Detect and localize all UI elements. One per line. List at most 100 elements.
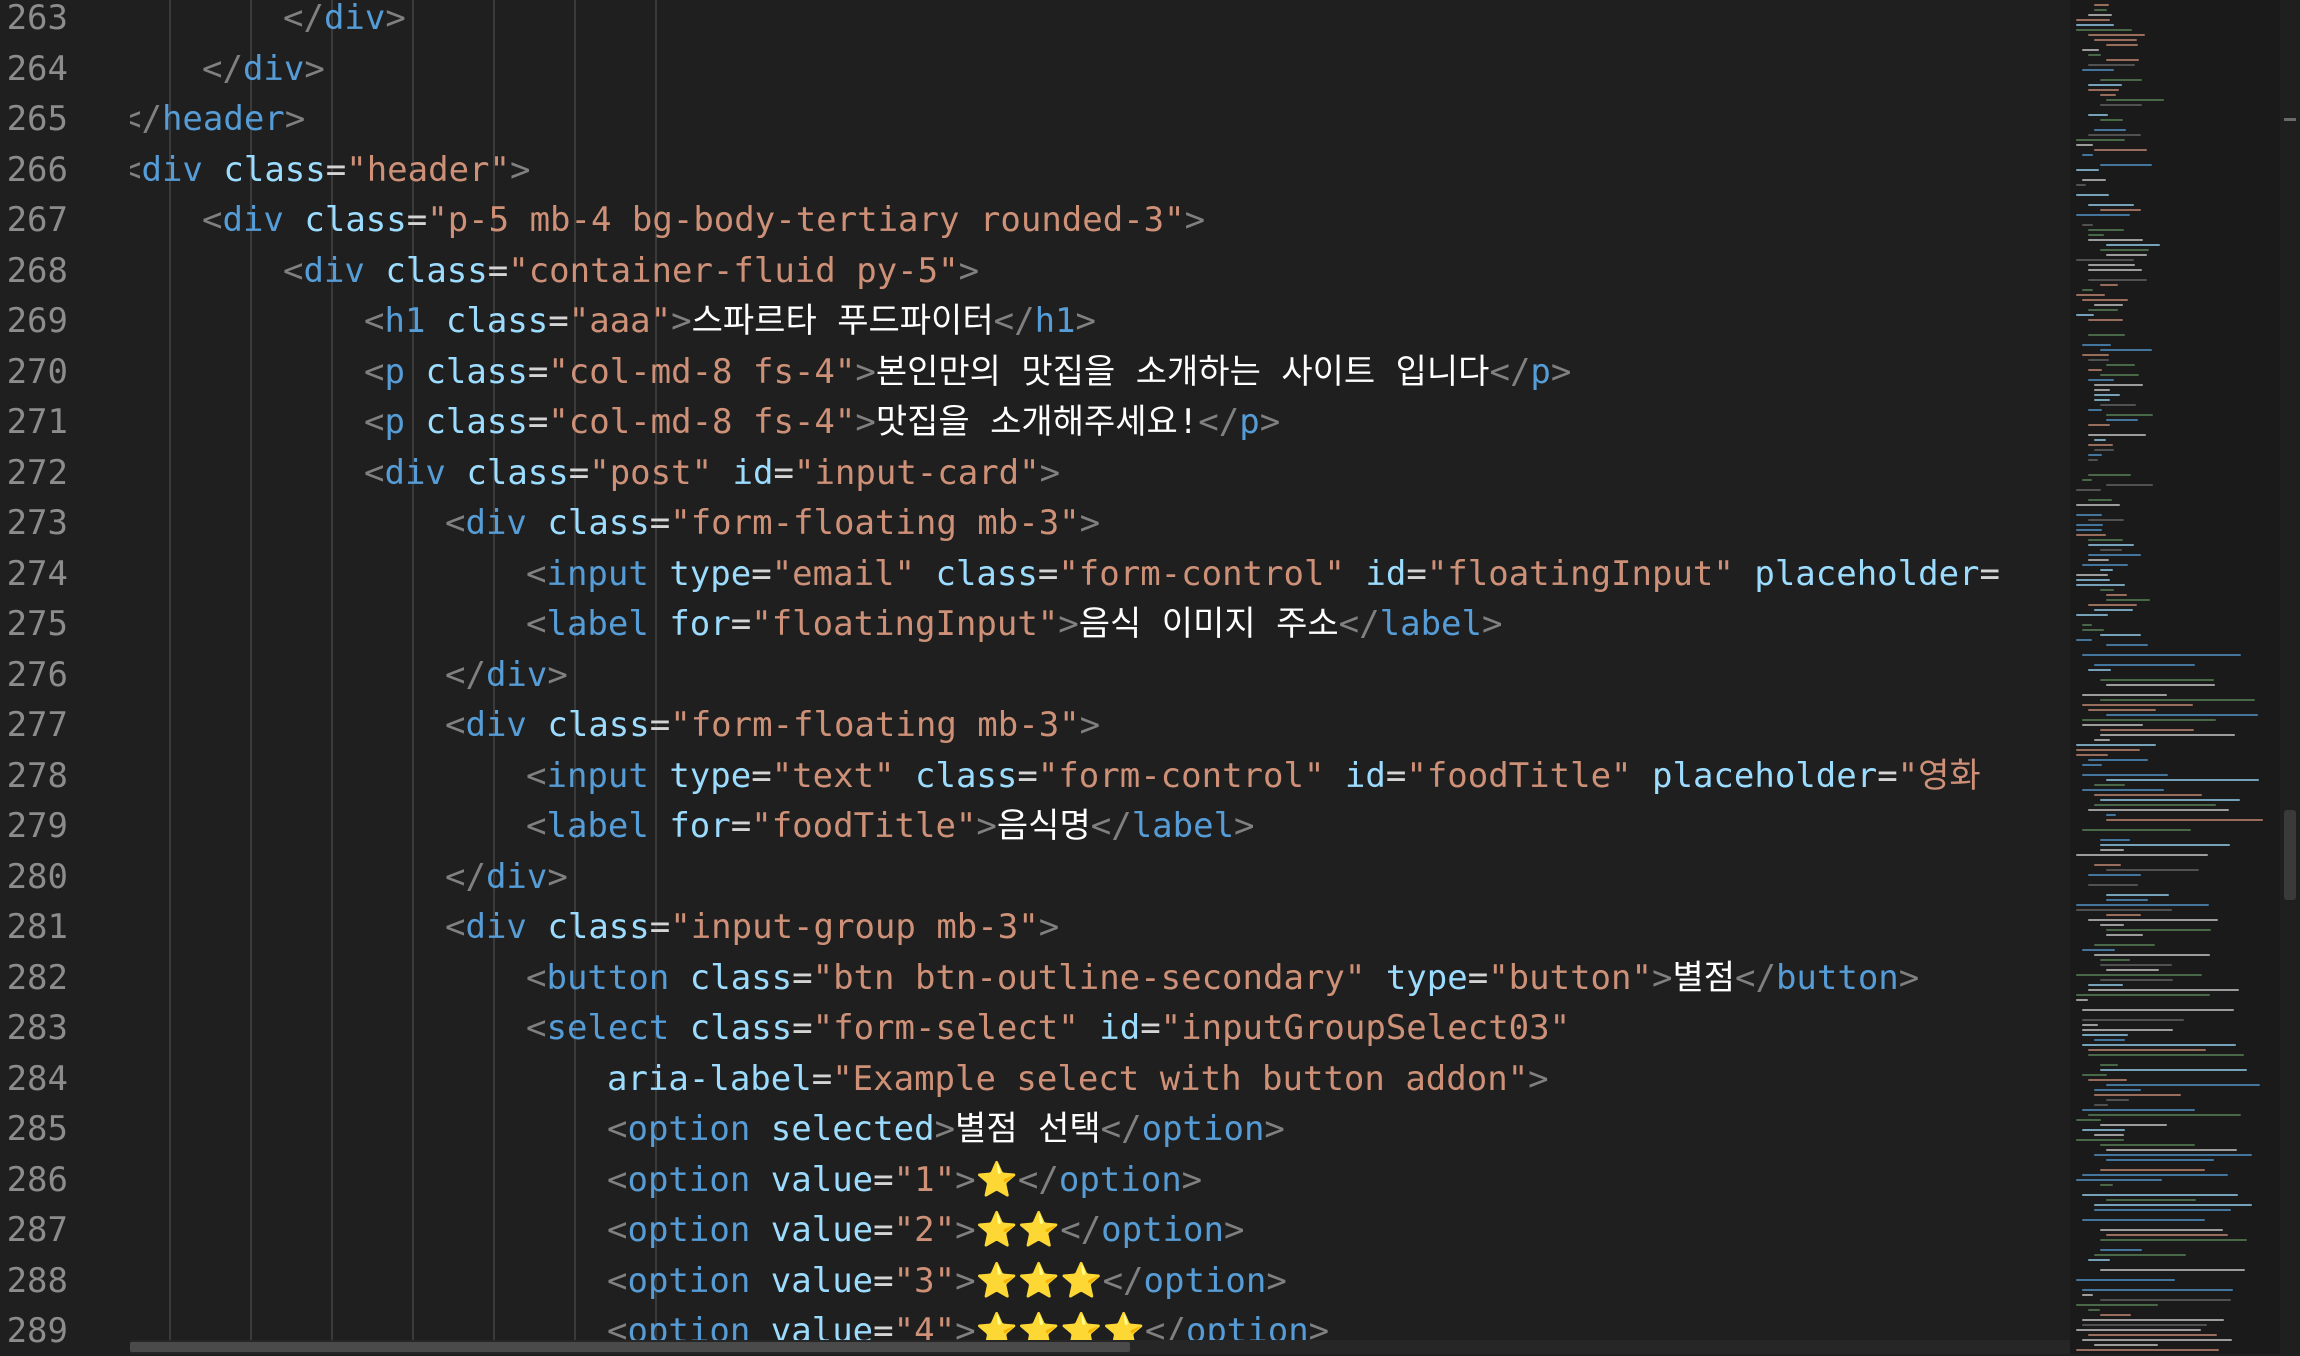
punctuation: </: [1017, 1159, 1059, 1200]
punctuation: >: [284, 99, 306, 139]
line-number: 278: [6, 755, 68, 796]
punctuation: <: [607, 1159, 628, 1200]
line-number: 263: [6, 0, 68, 38]
vertical-scrollbar[interactable]: [2280, 0, 2300, 1354]
attribute-name: value: [770, 1260, 874, 1301]
line-number: 264: [6, 48, 68, 89]
code-line[interactable]: <option value="2">⭐⭐</option>: [607, 1205, 1244, 1255]
code-line[interactable]: <button class="btn btn-outline-secondary…: [526, 953, 1919, 1003]
minimap-line: [2076, 614, 2108, 616]
line-number: 270: [6, 351, 68, 392]
code-line[interactable]: </div>: [445, 650, 568, 700]
tag-name: option: [627, 1311, 751, 1340]
punctuation: >: [855, 351, 876, 392]
code-line[interactable]: <input type="text" class="form-control" …: [526, 751, 1981, 801]
code-line[interactable]: </div>: [202, 44, 325, 94]
horizontal-scrollbar-thumb[interactable]: [130, 1342, 1130, 1352]
code-line[interactable]: <div class="p-5 mb-4 bg-body-tertiary ro…: [202, 195, 1205, 245]
minimap-line: [2088, 309, 2118, 311]
text-content: [1365, 958, 1385, 998]
code-line[interactable]: <div class="form-floating mb-3">: [445, 498, 1100, 548]
code-line[interactable]: <option value="3">⭐⭐⭐</option>: [607, 1256, 1287, 1306]
line-number: 271: [6, 402, 68, 442]
string-value: "form-select": [812, 1008, 1079, 1048]
text-content: [750, 1261, 770, 1301]
minimap-line: [2088, 544, 2134, 546]
code-line[interactable]: <div class="container-fluid py-5">: [283, 246, 979, 296]
code-line[interactable]: <option value="1">⭐</option>: [607, 1155, 1202, 1205]
punctuation: >: [1224, 1210, 1245, 1250]
code-line[interactable]: <p class="col-md-8 fs-4">맛집을 소개해주세요!</p>: [364, 397, 1280, 447]
minimap-line: [2088, 239, 2143, 241]
code-line[interactable]: <p class="col-md-8 fs-4">본인만의 맛집을 소개하는 사…: [364, 347, 1571, 397]
code-line[interactable]: <label for="floatingInput">음식 이미지 주소</la…: [526, 599, 1502, 649]
code-line[interactable]: <input type="email" class="form-control"…: [526, 549, 2000, 599]
horizontal-scrollbar[interactable]: [130, 1340, 2070, 1354]
minimap[interactable]: [2070, 0, 2280, 1354]
code-line[interactable]: </div>: [283, 0, 406, 43]
tag-name: option: [1185, 1311, 1309, 1340]
code-line[interactable]: <select class="form-select" id="inputGro…: [526, 1003, 1570, 1053]
minimap-line: [2106, 1199, 2196, 1201]
punctuation: >: [855, 402, 876, 442]
minimap-line: [2088, 519, 2124, 521]
punctuation: <: [526, 1008, 547, 1048]
code-line[interactable]: aria-label="Example select with button a…: [607, 1054, 1549, 1104]
minimap-line: [2106, 1149, 2237, 1151]
minimap-line: [2094, 1104, 2108, 1106]
code-line[interactable]: </div>: [445, 852, 568, 902]
code-line[interactable]: <option selected>별점 선택</option>: [607, 1104, 1285, 1154]
minimap-line: [2076, 904, 2209, 906]
minimap-line: [2106, 684, 2215, 686]
tag-name: option: [1143, 1260, 1267, 1301]
string-value: "1": [893, 1159, 956, 1200]
punctuation: >: [1079, 503, 1101, 543]
minimap-line: [2094, 794, 2202, 796]
minimap-line: [2082, 1034, 2128, 1036]
minimap-line: [2076, 504, 2120, 506]
operator: =: [873, 1159, 894, 1200]
minimap-line: [2088, 459, 2098, 461]
attribute-name: class: [466, 452, 569, 493]
operator: =: [649, 503, 671, 543]
punctuation: </: [130, 99, 162, 139]
minimap-line: [2076, 974, 2202, 976]
code-line[interactable]: <div class="form-floating mb-3">: [445, 700, 1100, 750]
attribute-name: id: [732, 452, 774, 493]
minimap-line: [2076, 744, 2156, 746]
minimap-line: [2076, 1349, 2219, 1351]
punctuation: </: [1060, 1210, 1102, 1250]
code-line[interactable]: <div class="input-group mb-3">: [445, 902, 1059, 952]
line-number: 265: [6, 99, 68, 139]
minimap-line: [2100, 119, 2123, 121]
code-editor[interactable]: 263 264 265 266 267 268 269 270 271 272 273 274 275 2…: [0, 0, 2300, 1354]
text-content: 맛집을 소개해주세요!: [875, 402, 1199, 442]
punctuation: <: [364, 452, 385, 493]
code-line[interactable]: <label for="foodTitle">음식명</label>: [526, 801, 1255, 851]
line-number: 267: [6, 200, 68, 240]
code-line[interactable]: <div class="header">: [130, 145, 530, 195]
minimap-line: [2076, 214, 2130, 216]
line-number: 281: [6, 907, 68, 947]
vertical-scrollbar-thumb[interactable]: [2284, 810, 2296, 900]
operator: =: [811, 1058, 833, 1099]
string-value: "container-fluid py-5": [508, 250, 959, 291]
code-area[interactable]: </div> </div> </header> <div class="header"…: [130, 0, 2070, 1340]
tag-name: p: [1239, 402, 1260, 442]
minimap-line: [2088, 884, 2138, 886]
punctuation: >: [385, 0, 406, 38]
attribute-name: class: [304, 200, 407, 240]
punctuation: <: [364, 351, 385, 392]
minimap-line: [2100, 1169, 2205, 1171]
punctuation: <: [283, 250, 304, 291]
code-line[interactable]: <option value="4">⭐⭐⭐⭐</option>: [607, 1306, 1329, 1340]
code-line[interactable]: <h1 class="aaa">스파르타 푸드파이터</h1>: [364, 296, 1096, 346]
punctuation: </: [1144, 1311, 1186, 1340]
minimap-line: [2076, 854, 2208, 856]
minimap-line: [2088, 54, 2101, 56]
code-line[interactable]: <div class="post" id="input-card">: [364, 448, 1060, 498]
attribute-name: type: [1385, 957, 1468, 998]
attribute-name: selected: [770, 1109, 935, 1149]
code-line[interactable]: </header>: [130, 94, 305, 144]
minimap-line: [2106, 414, 2153, 416]
